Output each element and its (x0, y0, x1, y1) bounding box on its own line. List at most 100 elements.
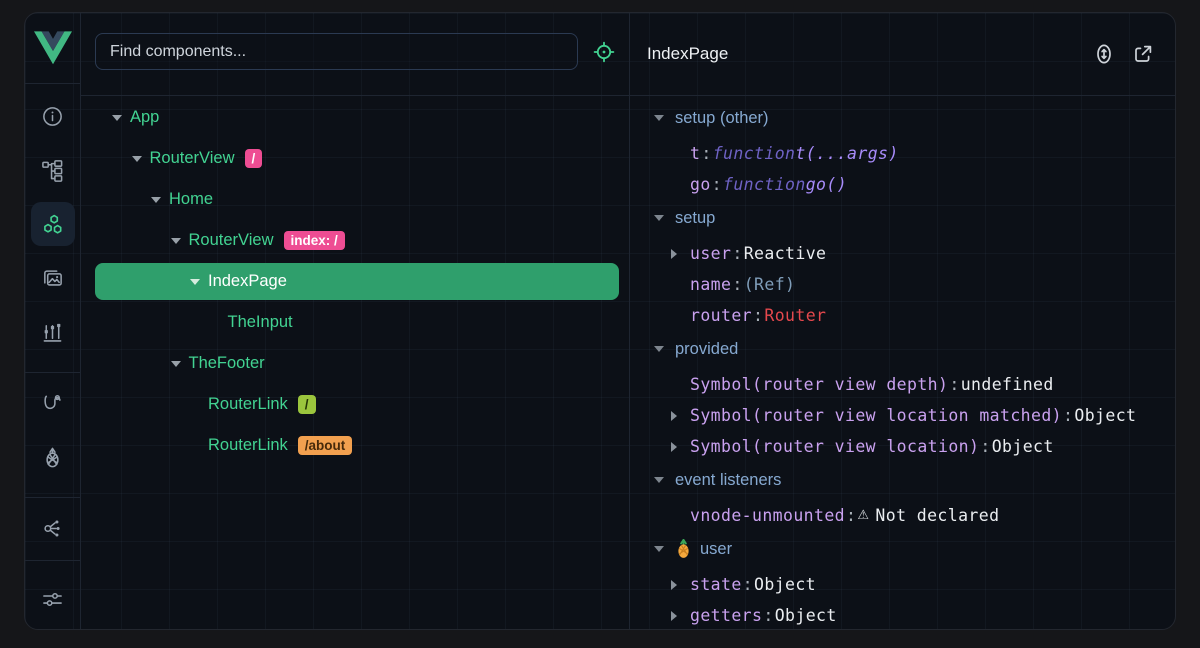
prop-row-user[interactable]: user : Reactive (630, 238, 1175, 269)
tree-row-routerlink[interactable]: RouterLink/ (81, 384, 629, 425)
section-header-user[interactable]: user (630, 531, 1175, 567)
component-label: RouterView (189, 231, 274, 250)
tree-row-home[interactable]: Home (81, 179, 629, 220)
prop-row-symbol-router-view-location-[interactable]: Symbol(router view location) : Object (630, 431, 1175, 462)
collapse-icon[interactable] (171, 361, 181, 367)
tree-row-routerlink[interactable]: RouterLink/about (81, 425, 629, 466)
section-header-setup[interactable]: setup (630, 200, 1175, 236)
component-label: RouterView (150, 149, 235, 168)
collapse-icon[interactable] (190, 279, 200, 285)
prop-key: name (690, 275, 731, 294)
collapse-icon[interactable] (132, 156, 142, 162)
tree-row-theinput[interactable]: TheInput (81, 302, 629, 343)
prop-colon: : (980, 437, 990, 456)
prop-row-getters[interactable]: getters : Object (630, 600, 1175, 629)
tree-row-app[interactable]: App (81, 97, 629, 138)
open-in-editor-icon[interactable] (1131, 42, 1155, 66)
prop-row-vnode-unmounted[interactable]: vnode-unmounted : ⚠ Not declared (630, 500, 1175, 531)
inspector-header: IndexPage (630, 13, 1175, 96)
prop-value: Object (754, 575, 816, 594)
prop-colon: : (732, 275, 742, 294)
prop-key: Symbol(router view depth) (690, 375, 948, 394)
prop-key: getters (690, 606, 762, 625)
expand-icon[interactable] (671, 611, 677, 621)
info-icon[interactable] (31, 94, 75, 138)
prop-row-name[interactable]: name : (Ref) (630, 269, 1175, 300)
tree-row-indexpage[interactable]: IndexPage (81, 261, 629, 302)
prop-colon: : (712, 175, 722, 194)
tree-header (81, 13, 629, 96)
prop-colon: : (753, 306, 763, 325)
component-tree-panel: AppRouterView/HomeRouterViewindex: /Inde… (81, 13, 630, 629)
collapse-icon (654, 115, 664, 121)
section-label: provided (675, 340, 738, 359)
prop-key: t (690, 144, 700, 163)
prop-value: Not declared (875, 506, 999, 525)
sidebar-divider (25, 560, 80, 561)
route-badge: / (298, 395, 316, 414)
section-header-provided[interactable]: provided (630, 331, 1175, 367)
prop-row-state[interactable]: state : Object (630, 569, 1175, 600)
collapse-icon (654, 215, 664, 221)
tree-body: AppRouterView/HomeRouterViewindex: /Inde… (81, 96, 629, 629)
components-icon[interactable] (31, 202, 75, 246)
collapse-icon (654, 477, 664, 483)
selected-row-highlight (95, 263, 619, 300)
inspect-element-icon[interactable] (591, 39, 617, 65)
tree-row-routerview[interactable]: RouterView/ (81, 138, 629, 179)
pinia-icon[interactable] (31, 435, 75, 479)
prop-row-router[interactable]: router : Router (630, 300, 1175, 331)
prop-colon: : (701, 144, 711, 163)
collapse-icon (654, 546, 664, 552)
expand-icon[interactable] (671, 580, 677, 590)
component-label: IndexPage (208, 272, 287, 291)
prop-key: vnode-unmounted (690, 506, 845, 525)
prop-colon: : (763, 606, 773, 625)
tree-row-routerview[interactable]: RouterView index: / (81, 220, 629, 261)
route-badge: index: / (284, 231, 345, 250)
section-label: setup (other) (675, 109, 769, 128)
component-label: RouterLink (208, 436, 288, 455)
prop-colon: : (949, 375, 959, 394)
sidebar (25, 13, 81, 629)
graph-icon[interactable] (31, 506, 75, 550)
section-header-setup-other-[interactable]: setup (other) (630, 100, 1175, 136)
router-hook-icon[interactable] (31, 381, 75, 425)
prop-row-go[interactable]: go : function go() (630, 169, 1175, 200)
prop-row-symbol-router-view-depth-[interactable]: Symbol(router view depth) : undefined (630, 369, 1175, 400)
component-label: TheFooter (189, 354, 265, 373)
assets-icon[interactable] (31, 256, 75, 300)
section-header-event-listeners[interactable]: event listeners (630, 462, 1175, 498)
section-label: event listeners (675, 471, 781, 490)
prop-value: Object (775, 606, 837, 625)
collapse-icon[interactable] (171, 238, 181, 244)
prop-key: Symbol(router view location) (690, 437, 979, 456)
vue-logo (25, 13, 80, 84)
settings-icon[interactable] (31, 577, 75, 621)
component-label: App (130, 108, 159, 127)
prop-value: undefined (961, 375, 1054, 394)
tree-row-thefooter[interactable]: TheFooter (81, 343, 629, 384)
search-input[interactable] (95, 33, 578, 70)
warning-icon: ⚠ (857, 508, 869, 523)
collapse-icon[interactable] (151, 197, 161, 203)
collapse-icon[interactable] (112, 115, 122, 121)
pinia-store-icon (675, 539, 692, 559)
function-keyword: function (723, 175, 806, 194)
prop-colon: : (732, 244, 742, 263)
expand-icon[interactable] (671, 411, 677, 421)
section-label: setup (675, 209, 715, 228)
prop-row-t[interactable]: t : function t(...args) (630, 138, 1175, 169)
prop-row-symbol-router-view-location-matched-[interactable]: Symbol(router view location matched) : O… (630, 400, 1175, 431)
component-tree-icon[interactable] (31, 148, 75, 192)
timeline-icon[interactable] (31, 310, 75, 354)
scroll-to-component-icon[interactable] (1092, 42, 1116, 66)
function-keyword: function (713, 144, 796, 163)
expand-icon[interactable] (671, 249, 677, 259)
prop-value: go() (806, 175, 847, 194)
component-label: TheInput (228, 313, 293, 332)
prop-colon: : (846, 506, 856, 525)
expand-icon[interactable] (671, 442, 677, 452)
component-label: Home (169, 190, 213, 209)
vue-logo-icon (34, 31, 72, 65)
